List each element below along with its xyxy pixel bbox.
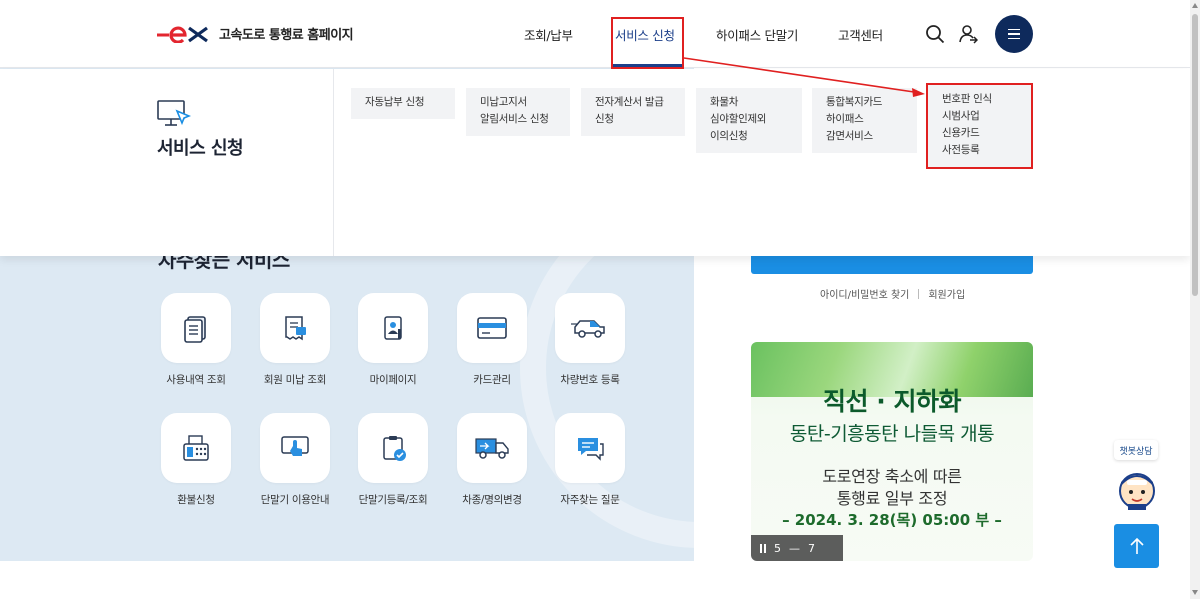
faq-item-device-register[interactable]: 단말기등록/조회 [353,413,433,507]
monitor-cursor-icon [157,100,191,126]
submenu-welfare-card[interactable]: 통합복지카드 하이패스 감면서비스 [812,88,917,153]
submenu-label: 알림서비스 신청 [480,113,549,125]
nav-hipass-device[interactable]: 하이패스 단말기 [716,25,798,44]
submenu-label: 화물차 [710,96,739,108]
ex-logo-icon [157,26,208,43]
login-links: 아이디/비밀번호 찾기 회원가입 [820,286,965,301]
faq-item-refund[interactable]: 환불신청 [156,413,236,507]
find-id-password-link[interactable]: 아이디/비밀번호 찾기 [820,286,909,301]
pager-total: 7 [808,541,815,555]
arrow-up-icon [1129,537,1144,554]
scroll-to-top-button[interactable] [1114,524,1159,568]
faq-item-faq[interactable]: 자주찾는 질문 [550,413,630,507]
submenu-auto-payment[interactable]: 자동납부 신청 [351,88,455,119]
submenu-label: 감면서비스 [826,130,873,142]
faq-item-car-register[interactable]: 차량번호 등록 [550,293,630,387]
chat-bubble-icon [555,413,625,483]
join-link[interactable]: 회원가입 [928,286,965,301]
submenu-e-invoice[interactable]: 전자계산서 발급 신청 [581,88,685,136]
banner-headline: 직선 · 지하화 [823,387,961,416]
faq-item-vehicle-change[interactable]: 차종/명의변경 [452,413,532,507]
banner-text: 도로연장 축소에 따른 [822,467,962,486]
pager-separator: — [789,541,800,555]
faq-item-label: 회원 미납 조회 [263,374,327,386]
faq-item-label: 단말기 이용안내 [260,494,330,506]
chatbot-mascot-icon[interactable] [1114,466,1160,512]
submenu-label: 하이패스 [826,113,864,125]
search-icon[interactable] [925,24,945,44]
banner-pager: 5 — 7 [751,535,843,561]
submenu-label: 통합복지카드 [826,96,883,108]
document-list-icon [161,293,231,363]
submenu-unpaid-notice[interactable]: 미납고지서 알림서비스 신청 [466,88,570,136]
site-title: 고속도로 통행료 홈페이지 [219,28,354,43]
receipt-icon [260,293,330,363]
faq-item-mypage[interactable]: 마이페이지 [353,293,433,387]
site-logo[interactable]: 고속도로 통행료 홈페이지 [157,24,354,43]
nav-customer-center[interactable]: 고객센터 [838,25,883,44]
clipboard-check-icon [358,413,428,483]
submenu-label: 미납고지서 [480,96,527,108]
faq-item-label: 마이페이지 [369,374,417,386]
faq-item-label: 자주찾는 질문 [560,494,620,506]
faq-item-label: 카드관리 [473,374,511,386]
nav-lookup-payment[interactable]: 조회/납부 [524,25,573,44]
pause-icon[interactable] [760,543,766,553]
banner-subheadline: 동탄-기흥동탄 나들목 개통 [789,423,995,445]
submenu-label: 신청 [595,113,614,125]
scroll-up-arrow-icon[interactable] [1192,3,1198,8]
site-header: 고속도로 통행료 홈페이지 조회/납부 서비스 신청 하이패스 단말기 고객센터 [0,0,1190,68]
faq-item-unpaid[interactable]: 회원 미납 조회 [255,293,335,387]
faq-item-usage[interactable]: 사용내역 조회 [156,293,236,387]
faq-item-label: 차종/명의변경 [462,494,522,506]
faq-item-card[interactable]: 카드관리 [452,293,532,387]
page-bottom-strip [0,561,1190,599]
faq-item-label: 환불신청 [177,494,215,506]
faq-item-device-guide[interactable]: 단말기 이용안내 [255,413,335,507]
car-icon [555,293,625,363]
mega-menu-title: 서비스 신청 [157,138,244,159]
chatbot-label[interactable]: 챗봇상담 [1114,440,1158,460]
highlight-box-submenu [926,83,1033,169]
banner-text: 통행료 일부 조정 [836,489,948,508]
submenu-label: 자동납부 신청 [365,96,425,108]
faq-item-label: 단말기등록/조회 [358,494,428,506]
submenu-label: 이의신청 [710,130,748,142]
truck-icon [457,413,527,483]
highlight-box-nav [611,17,684,69]
submenu-label: 전자계산서 발급 [595,96,664,108]
faq-item-label: 사용내역 조회 [166,374,226,386]
submenu-label: 심야할인제외 [710,113,767,125]
mega-menu-divider [333,69,334,256]
banner-date: – 2024. 3. 28(목) 05:00 부 – [782,511,1002,529]
submenu-truck-night-discount[interactable]: 화물차 심야할인제외 이의신청 [696,88,802,153]
link-separator [918,288,920,299]
user-icon[interactable] [958,24,978,44]
fax-calculator-icon [161,413,231,483]
faq-item-label: 차량번호 등록 [560,374,620,386]
credit-card-icon [457,293,527,363]
touch-screen-icon [260,413,330,483]
pager-current: 5 [774,541,781,555]
hamburger-menu-icon[interactable] [995,15,1033,53]
id-card-icon [358,293,428,363]
scroll-down-arrow-icon[interactable] [1192,590,1198,595]
scrollbar-thumb[interactable] [1192,14,1198,296]
notice-banner[interactable]: 직선 · 지하화 동탄-기흥동탄 나들목 개통 도로연장 축소에 따른 통행료 … [751,342,1033,561]
